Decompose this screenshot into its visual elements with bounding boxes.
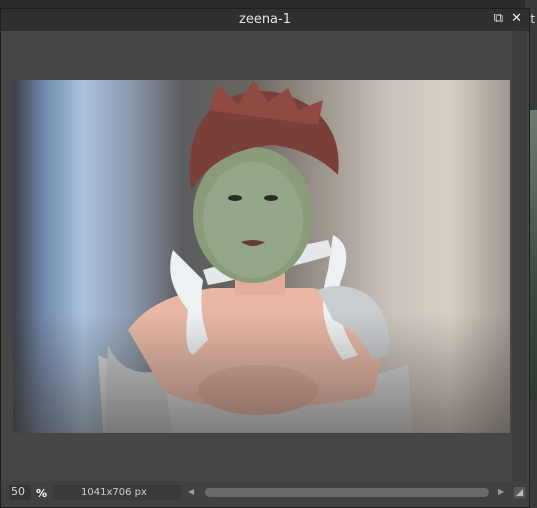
image-window[interactable]: zeena-1 ⧉ ✕ 50 % 1041x706 px ◀ ▶ — [0, 8, 530, 508]
status-bar: 50 % 1041x706 px ◀ ▶ — [1, 481, 529, 507]
document-image[interactable] — [13, 80, 510, 433]
vertical-scrollbar[interactable] — [512, 31, 527, 483]
zoom-input[interactable]: 50 — [9, 485, 31, 500]
window-titlebar[interactable]: zeena-1 ⧉ ✕ — [1, 9, 529, 31]
window-title: zeena-1 — [239, 12, 291, 27]
close-icon[interactable]: ✕ — [511, 11, 522, 26]
resize-grip-icon[interactable] — [514, 487, 525, 498]
canvas-area[interactable] — [7, 31, 511, 483]
zoom-unit: % — [36, 487, 48, 500]
image-dimensions: 1041x706 px — [53, 485, 181, 500]
scroll-right-icon[interactable]: ▶ — [498, 487, 504, 496]
horizontal-scrollbar[interactable] — [205, 488, 489, 497]
restore-icon[interactable]: ⧉ — [494, 11, 503, 26]
scroll-left-icon[interactable]: ◀ — [188, 487, 194, 496]
image-shadow — [13, 313, 510, 433]
